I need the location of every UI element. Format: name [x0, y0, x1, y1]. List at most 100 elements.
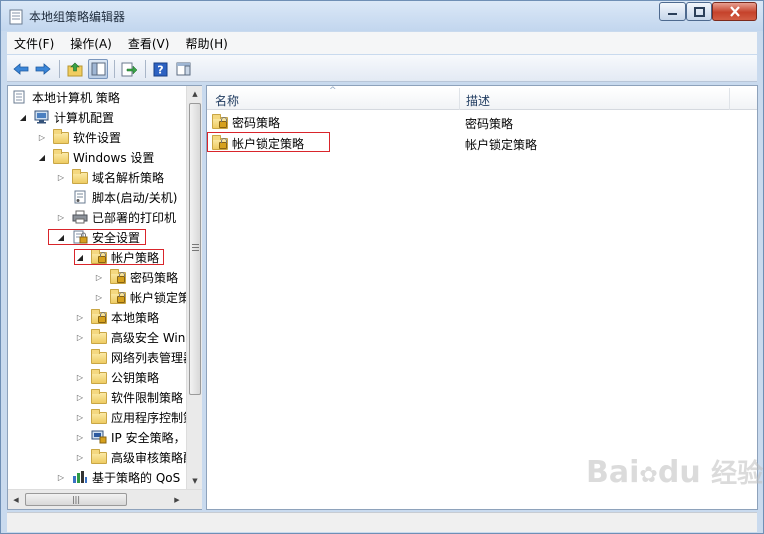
tree-item-deployed-printers[interactable]: ▷ 已部署的打印机 [56, 208, 176, 226]
printer-icon [72, 210, 88, 224]
expand-right-arrow-icon[interactable]: ▷ [75, 432, 85, 442]
locked-folder-icon [91, 309, 107, 324]
tree-item-computer-config[interactable]: ◢ 计算机配置 [18, 108, 114, 126]
properties-pane-button[interactable] [173, 59, 193, 79]
scroll-thumb[interactable] [189, 103, 201, 395]
expand-right-arrow-icon[interactable]: ▷ [75, 452, 85, 462]
paw-icon: ✿ [639, 463, 658, 488]
tree-vertical-scrollbar[interactable]: ▲ ▼ [186, 86, 202, 489]
tree-pane[interactable]: 本地计算机 策略 ◢ 计算机配置 ▷ 软件设置 ◢ Windows 设置 ▷ 域… [7, 85, 202, 510]
help-button[interactable]: ? [150, 59, 170, 79]
svg-text:?: ? [157, 63, 163, 76]
expand-down-arrow-icon[interactable]: ◢ [18, 112, 28, 122]
tree-item-windows-settings[interactable]: ◢ Windows 设置 [37, 148, 154, 166]
folder-icon [72, 169, 88, 184]
tree-item-ip-security[interactable]: ▷ IP 安全策略，在 本地计算机 [75, 428, 186, 446]
menu-view[interactable]: 查看(V) [121, 35, 177, 52]
expand-right-arrow-icon[interactable]: ▷ [56, 212, 66, 222]
tree-item-qos[interactable]: ▷ 基于策略的 QoS [56, 468, 180, 486]
folder-icon [91, 329, 107, 344]
list-item-password-policy[interactable]: 密码策略 [212, 112, 280, 132]
tree-item-local-computer-policy[interactable]: 本地计算机 策略 [12, 88, 120, 106]
column-header-description[interactable]: 描述 [466, 92, 490, 109]
menu-help[interactable]: 帮助(H) [178, 35, 234, 52]
toolbar: ? [7, 55, 757, 82]
tree-item-public-key-policies[interactable]: ▷ 公钥策略 [75, 368, 159, 386]
tree-item-network-list-manager[interactable]: 网络列表管理器策略 [91, 348, 186, 366]
minimize-button[interactable] [659, 2, 686, 21]
column-divider[interactable] [459, 88, 460, 110]
tree-item-password-policy[interactable]: ▷ 密码策略 [94, 268, 178, 286]
forward-arrow-icon [35, 63, 51, 75]
tree-item-label: 已部署的打印机 [92, 210, 177, 225]
export-list-icon [121, 62, 137, 76]
help-icon: ? [153, 62, 167, 76]
menu-action[interactable]: 操作(A) [63, 35, 119, 52]
folder-icon [91, 409, 107, 424]
ip-security-icon [91, 430, 107, 444]
properties-pane-icon [176, 62, 190, 76]
title-bar[interactable]: 本地组策略编辑器 [1, 1, 763, 31]
folder-icon [53, 129, 69, 144]
expand-right-arrow-icon[interactable]: ▷ [75, 412, 85, 422]
close-icon [729, 6, 740, 17]
tree-item-account-lockout-policy[interactable]: ▷ 帐户锁定策略 [94, 288, 186, 306]
tree-item-label: Windows 设置 [73, 150, 155, 165]
expand-right-arrow-icon[interactable]: ▷ [75, 332, 85, 342]
scroll-down-arrow-icon[interactable]: ▼ [187, 473, 203, 489]
computer-policy-icon [12, 90, 28, 104]
tree-item-advanced-audit[interactable]: ▷ 高级审核策略配置 [75, 448, 186, 466]
export-list-button[interactable] [119, 59, 139, 79]
expand-right-arrow-icon[interactable]: ▷ [94, 292, 104, 302]
expand-right-arrow-icon[interactable]: ▷ [56, 172, 66, 182]
column-header-name[interactable]: 名称 [215, 92, 239, 109]
tree-item-label: 本地计算机 策略 [32, 90, 120, 105]
tree-item-scripts[interactable]: 脚本(启动/关机) [72, 188, 177, 206]
forward-button[interactable] [33, 59, 53, 79]
up-button[interactable] [65, 59, 85, 79]
expand-right-arrow-icon[interactable]: ▷ [75, 312, 85, 322]
folder-icon [91, 449, 107, 464]
tree-item-label: 脚本(启动/关机) [92, 190, 178, 205]
expand-right-arrow-icon[interactable]: ▷ [75, 392, 85, 402]
maximize-button[interactable] [686, 2, 712, 21]
locked-folder-icon [110, 269, 126, 284]
tree-item-app-control[interactable]: ▷ 应用程序控制策略 [75, 408, 186, 426]
window: 本地组策略编辑器 文件(F) 操作(A) 查看(V) 帮助(H) ? 本地计算机… [0, 0, 764, 534]
tree-item-local-policies[interactable]: ▷ 本地策略 [75, 308, 159, 326]
tree-item-label: 高级审核策略配置 [111, 450, 186, 465]
show-hide-tree-button[interactable] [88, 59, 108, 79]
tree-item-label: 基于策略的 QoS [92, 470, 181, 485]
scroll-up-arrow-icon[interactable]: ▲ [187, 86, 203, 102]
tree-item-software-settings[interactable]: ▷ 软件设置 [37, 128, 121, 146]
scroll-right-arrow-icon[interactable]: ▶ [169, 492, 185, 508]
menu-bar: 文件(F) 操作(A) 查看(V) 帮助(H) [7, 32, 757, 54]
tree-item-label: 计算机配置 [54, 110, 115, 125]
locked-folder-icon [212, 114, 228, 129]
tree-item-advanced-firewall[interactable]: ▷ 高级安全 Windows 防火墙 [75, 328, 186, 346]
expand-right-arrow-icon[interactable]: ▷ [37, 132, 47, 142]
tree-item-dns-policy[interactable]: ▷ 域名解析策略 [56, 168, 164, 186]
list-item-name: 密码策略 [232, 115, 281, 130]
close-button[interactable] [712, 2, 757, 21]
tree-item-label: 公钥策略 [111, 370, 160, 385]
tree-item-software-restriction[interactable]: ▷ 软件限制策略 [75, 388, 183, 406]
scroll-thumb[interactable]: ||| [25, 493, 127, 506]
expand-right-arrow-icon[interactable]: ▷ [56, 472, 66, 482]
tree-item-label: 软件限制策略 [111, 390, 184, 405]
sort-ascending-icon: ^ [329, 86, 337, 96]
tree-item-label: 网络列表管理器策略 [111, 350, 186, 365]
expand-down-arrow-icon[interactable]: ◢ [37, 152, 47, 162]
menu-file[interactable]: 文件(F) [7, 35, 61, 52]
tree-horizontal-scrollbar[interactable]: ◀ ||| ▶ [8, 489, 202, 509]
column-divider[interactable] [729, 88, 730, 110]
expand-right-arrow-icon[interactable]: ▷ [75, 372, 85, 382]
toolbar-separator [114, 60, 115, 78]
expand-right-arrow-icon[interactable]: ▷ [94, 272, 104, 282]
locked-folder-icon [110, 289, 126, 304]
scroll-left-arrow-icon[interactable]: ◀ [8, 492, 24, 508]
details-pane[interactable]: ^ 名称 描述 密码策略 密码策略 帐户锁定策略 帐户锁定策略 [206, 85, 758, 510]
back-button[interactable] [11, 59, 31, 79]
window-title: 本地组策略编辑器 [29, 10, 126, 24]
tree-item-label: 密码策略 [130, 270, 179, 285]
